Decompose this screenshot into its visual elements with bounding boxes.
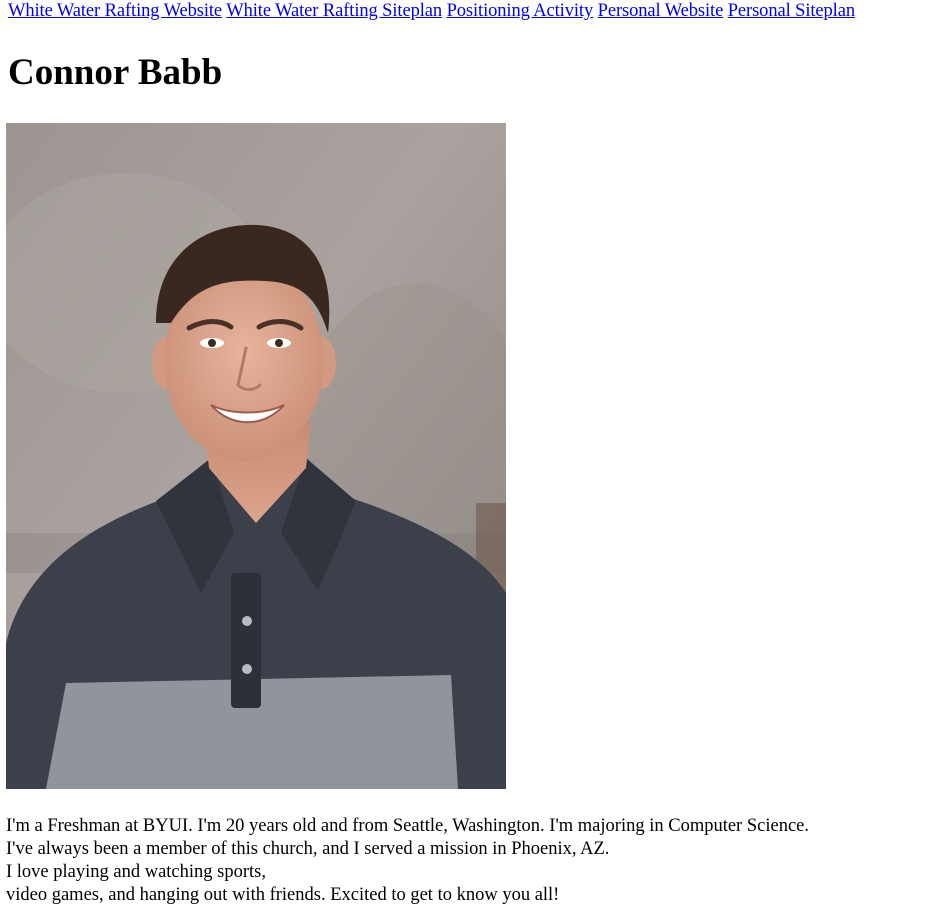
bio-line: video games, and hanging out with friend…	[6, 885, 560, 905]
nav-link-personal-siteplan[interactable]: Personal Siteplan	[728, 1, 855, 21]
bio-line: I've always been a member of this church…	[6, 839, 610, 859]
nav-link-rafting-website[interactable]: White Water Rafting Website	[8, 1, 222, 21]
bio-line: I love playing and watching sports,	[6, 862, 266, 882]
nav-link-rafting-siteplan[interactable]: White Water Rafting Siteplan	[226, 1, 442, 21]
bio: I'm a Freshman at BYUI. I'm 20 years old…	[6, 815, 931, 907]
bio-line: I'm a Freshman at BYUI. I'm 20 years old…	[6, 816, 809, 836]
top-nav: White Water Rafting Website White Water …	[8, 0, 928, 22]
page: White Water Rafting Website White Water …	[0, 0, 936, 93]
nav-link-positioning-activity[interactable]: Positioning Activity	[447, 1, 594, 21]
page-title: Connor Babb	[8, 52, 223, 93]
nav-link-personal-website[interactable]: Personal Website	[598, 1, 724, 21]
profile-photo	[6, 123, 506, 789]
